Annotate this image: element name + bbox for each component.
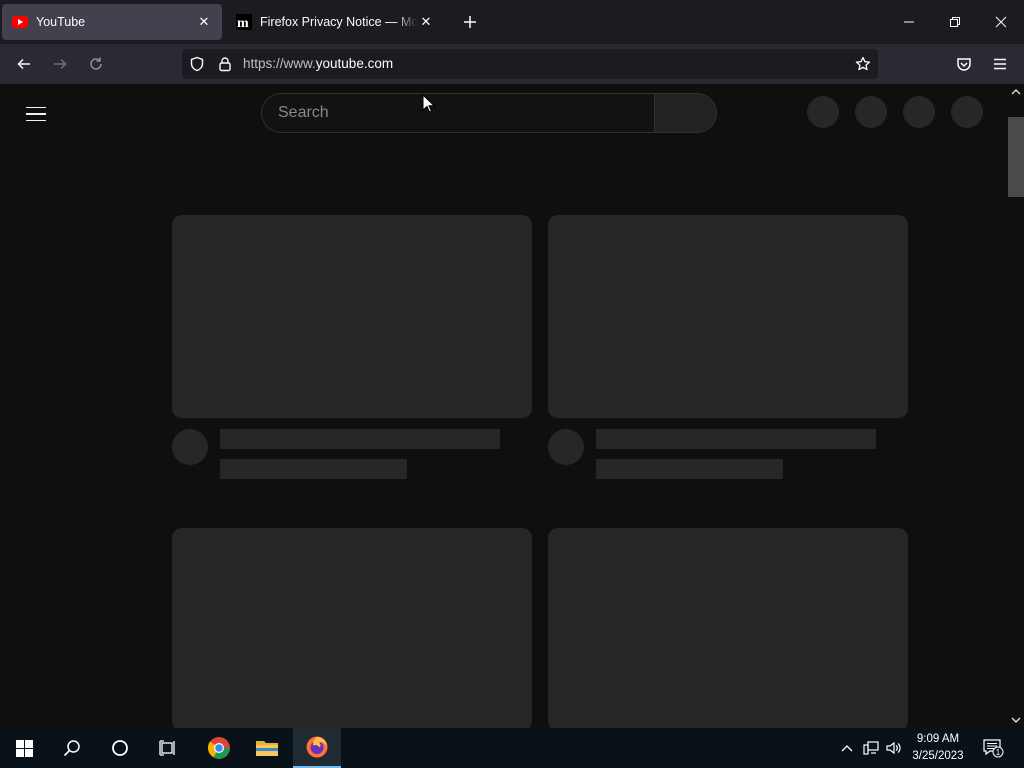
cortana-circle-icon: [112, 740, 128, 756]
tab-title: Firefox Privacy Notice — Mozilla: [260, 15, 418, 29]
app-menu-button[interactable]: [986, 50, 1014, 78]
url-text[interactable]: https://www.youtube.com: [243, 56, 393, 71]
windows-start-button[interactable]: [0, 728, 48, 768]
title-skeleton: [596, 429, 876, 449]
reload-button[interactable]: [82, 50, 110, 78]
action-center-button[interactable]: 1: [978, 728, 1008, 768]
close-window-button[interactable]: [978, 0, 1024, 44]
svg-text:m: m: [237, 16, 249, 30]
clock-date: 3/25/2023: [912, 750, 964, 762]
forward-arrow-icon: [54, 58, 67, 70]
scroll-up-arrow-icon[interactable]: [1008, 84, 1024, 100]
channel-avatar-skeleton: [172, 429, 208, 465]
windows-taskbar: 9:09 AM 3/25/2023 1: [0, 728, 1024, 768]
show-hidden-icons-chevron-icon[interactable]: [838, 728, 856, 768]
header-icon-placeholder: [855, 96, 887, 128]
firefox-icon: [306, 736, 328, 758]
pocket-icon: [957, 58, 971, 71]
tracking-protection-shield-icon[interactable]: [189, 56, 205, 72]
hamburger-menu-icon: [994, 58, 1006, 70]
thumbnail-skeleton: [548, 528, 908, 728]
back-button[interactable]: [10, 50, 38, 78]
notification-count: 1: [996, 748, 1001, 757]
task-view-button[interactable]: [144, 728, 192, 768]
tab-firefox-privacy-notice[interactable]: m Firefox Privacy Notice — Mozilla ✕: [226, 4, 444, 40]
search-icon: [63, 740, 80, 757]
forward-button[interactable]: [46, 50, 74, 78]
mozilla-icon: m: [236, 14, 252, 30]
file-explorer-taskbar-button[interactable]: [243, 728, 291, 768]
new-tab-button[interactable]: [458, 10, 482, 34]
header-icon-placeholder: [807, 96, 839, 128]
thumbnail-skeleton: [172, 528, 532, 728]
address-bar[interactable]: https://www.youtube.com: [182, 49, 878, 79]
lock-icon[interactable]: [217, 56, 233, 72]
tab-close-icon[interactable]: ✕: [196, 14, 212, 30]
back-arrow-icon: [17, 58, 30, 70]
tab-strip: YouTube ✕ m Firefox Privacy Notice — Moz…: [0, 0, 1024, 44]
search-button[interactable]: [654, 93, 717, 133]
header-icon-placeholder: [951, 96, 983, 128]
volume-icon[interactable]: [884, 728, 904, 768]
restore-button[interactable]: [932, 0, 978, 44]
header-icon-placeholder: [903, 96, 935, 128]
meta-skeleton: [596, 459, 783, 479]
channel-avatar-skeleton: [548, 429, 584, 465]
pocket-button[interactable]: [950, 50, 978, 78]
scrollbar-thumb[interactable]: [1008, 117, 1024, 197]
cortana-button[interactable]: [96, 728, 144, 768]
reload-icon: [90, 57, 102, 70]
notification-icon: 1: [983, 739, 1004, 758]
url-host: youtube.com: [315, 56, 394, 71]
title-skeleton: [220, 429, 500, 449]
bookmark-star-icon[interactable]: [855, 56, 871, 72]
tab-youtube[interactable]: YouTube ✕: [2, 4, 222, 40]
taskbar-search-button[interactable]: [48, 728, 96, 768]
page-scrollbar[interactable]: [1008, 84, 1024, 728]
search-input[interactable]: [261, 93, 654, 133]
taskbar-clock[interactable]: 9:09 AM 3/25/2023: [906, 731, 970, 765]
task-view-icon: [159, 740, 175, 756]
youtube-icon: [12, 14, 28, 30]
scroll-down-arrow-icon[interactable]: [1008, 712, 1024, 728]
folder-icon: [256, 741, 278, 756]
guide-menu-icon[interactable]: [24, 102, 48, 126]
network-icon[interactable]: [861, 728, 881, 768]
minimize-button[interactable]: [886, 0, 932, 44]
tab-title: YouTube: [36, 15, 86, 29]
chrome-icon: [207, 737, 230, 759]
thumbnail-skeleton: [172, 215, 532, 418]
chrome-taskbar-button[interactable]: [195, 728, 243, 768]
youtube-search-box: [261, 93, 717, 133]
firefox-taskbar-button[interactable]: [293, 728, 341, 768]
thumbnail-skeleton: [548, 215, 908, 418]
mouse-cursor-icon: [422, 94, 436, 113]
clock-time: 9:09 AM: [916, 733, 960, 745]
meta-skeleton: [220, 459, 407, 479]
tab-close-icon[interactable]: ✕: [418, 14, 434, 30]
youtube-page: [0, 84, 1008, 728]
url-prefix: https://www.: [243, 56, 316, 71]
windows-logo-icon: [15, 739, 33, 757]
